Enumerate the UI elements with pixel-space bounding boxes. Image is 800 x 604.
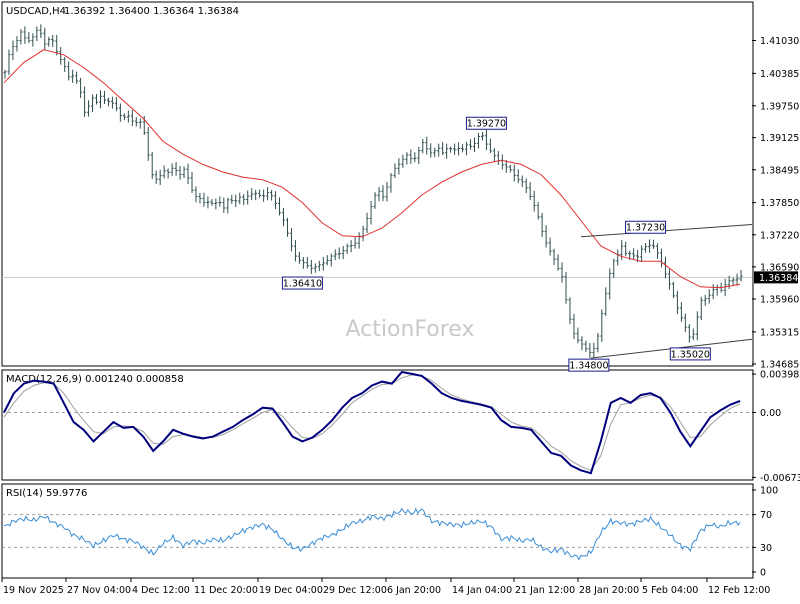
- macd-tick-label: 0.003982: [760, 370, 800, 381]
- price-tick-label: 1.37850: [760, 198, 799, 209]
- macd-tick-label: 0.00: [760, 408, 781, 419]
- time-tick-label: 19 Dec 04:00: [259, 585, 323, 596]
- time-tick-label: 12 Feb 12:00: [708, 585, 770, 596]
- macd-tick-label: -0.006737: [760, 473, 800, 484]
- price-annotation-label: 1.34800: [569, 361, 608, 372]
- time-tick-label: 27 Nov 04:00: [67, 585, 131, 596]
- time-tick-label: 6 Jan 20:00: [387, 585, 441, 596]
- macd-title: MACD(12,26,9) 0.001240 0.000858: [6, 374, 184, 385]
- ohlc-values: 1.36392 1.36400 1.36364 1.36384: [64, 6, 239, 17]
- symbol-label: USDCAD,H4: [6, 6, 66, 17]
- time-tick-label: 28 Jan 20:00: [579, 585, 639, 596]
- rsi-panel[interactable]: [1, 483, 754, 579]
- price-tick-label: 1.39125: [760, 133, 799, 144]
- price-panel[interactable]: [1, 1, 754, 367]
- rsi-tick-label: 30: [760, 543, 772, 554]
- time-x-axis: 19 Nov 2025 27 Nov 04:00 4 Dec 12:00 11 Dec…: [1, 578, 770, 596]
- rsi-tick-label: 100: [760, 486, 778, 497]
- price-tick-label: 1.39750: [760, 101, 799, 112]
- price-annotation-label: 1.36410: [283, 279, 322, 290]
- price-tick-label: 1.37220: [760, 230, 799, 241]
- time-tick-label: 19 Nov 2025: [3, 585, 64, 596]
- current-price-label: 1.36384: [759, 273, 798, 284]
- rsi-title: RSI(14) 59.9776: [6, 488, 87, 499]
- time-tick-label: 21 Jan 12:00: [515, 585, 575, 596]
- rsi-tick-label: 0: [760, 568, 766, 579]
- time-tick-label: 14 Jan 04:00: [452, 585, 512, 596]
- price-annotation-label: 1.37230: [626, 223, 665, 234]
- current-price-tag: 1.36384: [754, 271, 798, 284]
- time-tick-label: 29 Dec 12:00: [323, 585, 387, 596]
- price-y-axis: 1.41030 1.40385 1.39750 1.39125 1.38495 1.378…: [752, 36, 799, 371]
- price-tick-label: 1.40385: [760, 69, 799, 80]
- price-tick-label: 1.35960: [760, 294, 799, 305]
- time-tick-label: 11 Dec 20:00: [194, 585, 258, 596]
- time-tick-label: 5 Feb 04:00: [642, 585, 698, 596]
- price-tick-label: 1.35315: [760, 327, 799, 338]
- watermark: ActionForex: [346, 317, 475, 342]
- price-annotation-label: 1.35020: [671, 349, 710, 360]
- price-tick-label: 1.41030: [760, 36, 799, 47]
- price-annotation-label: 1.39270: [467, 119, 506, 130]
- chart-window: ActionForex USDCAD,H4 1.36392 1.36400 1.…: [0, 0, 800, 600]
- time-tick-label: 4 Dec 12:00: [132, 585, 190, 596]
- rsi-tick-label: 70: [760, 510, 772, 521]
- price-tick-label: 1.38495: [760, 165, 799, 176]
- chart-canvas[interactable]: ActionForex USDCAD,H4 1.36392 1.36400 1.…: [0, 0, 800, 600]
